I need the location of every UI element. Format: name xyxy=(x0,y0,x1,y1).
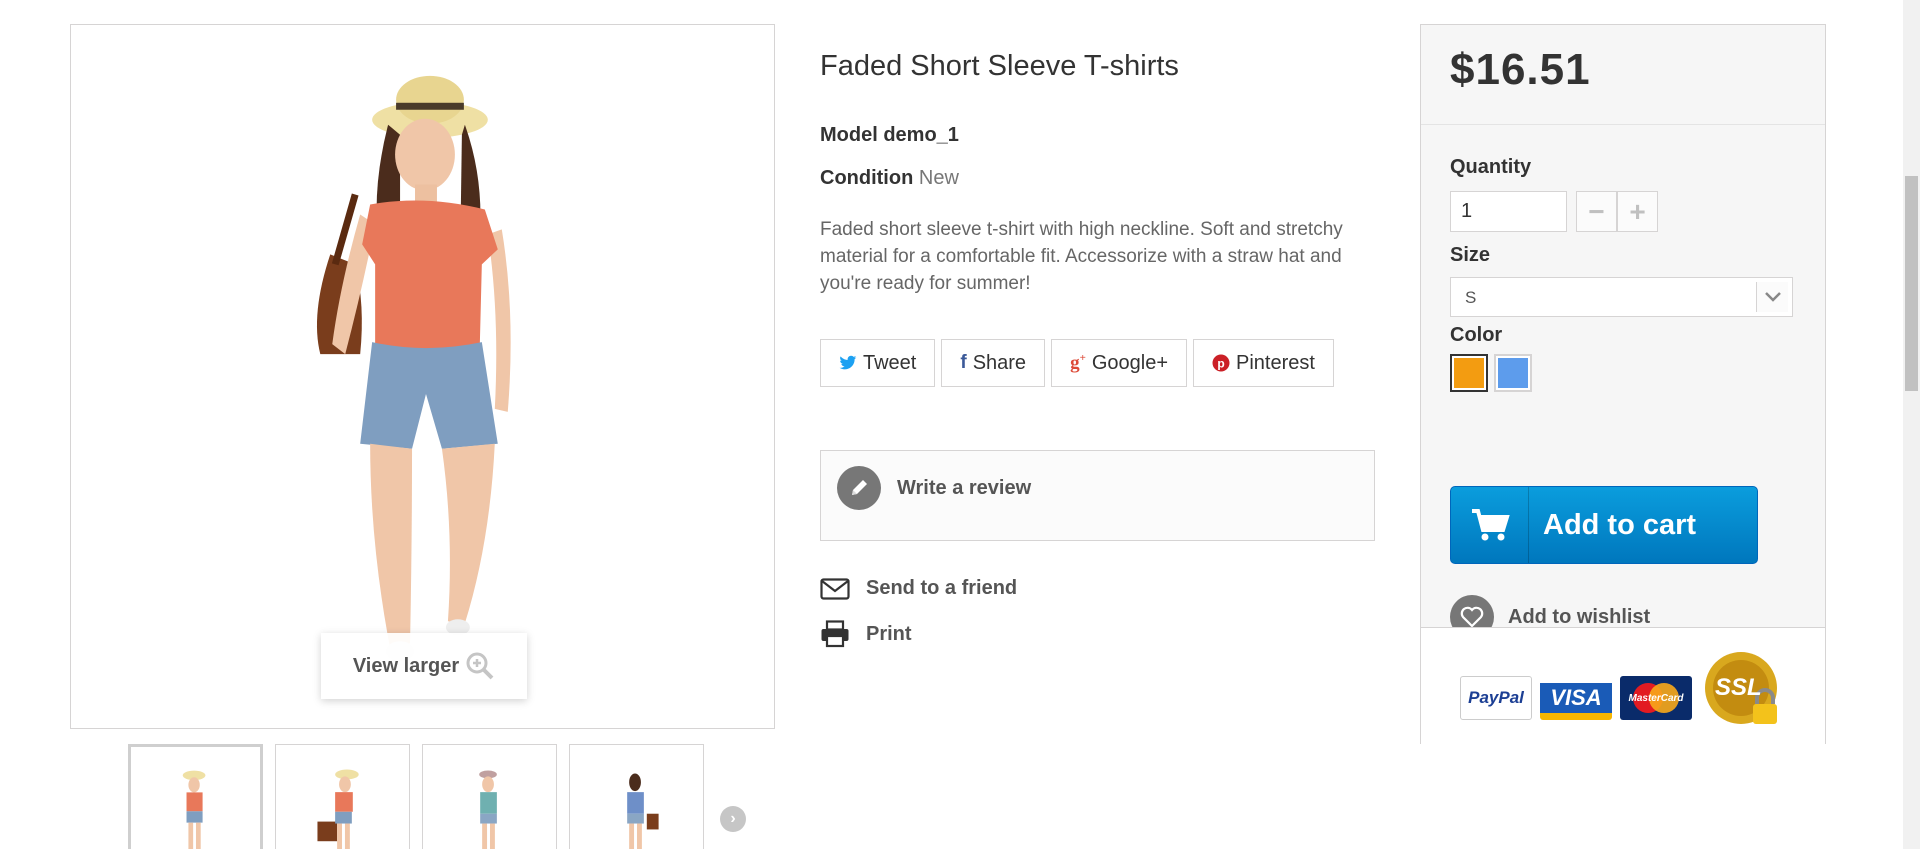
visa-logo: VISA xyxy=(1540,676,1612,720)
review-box: Write a review xyxy=(820,450,1375,541)
thumbnail-1[interactable] xyxy=(128,744,263,849)
quantity-plus-button[interactable]: + xyxy=(1617,191,1658,232)
quantity-label: Quantity xyxy=(1450,156,1532,178)
share-label: Share xyxy=(972,351,1027,374)
send-to-friend-link[interactable]: Send to a friend xyxy=(820,577,1017,600)
cart-icon xyxy=(1451,487,1529,563)
view-larger-button[interactable]: View larger xyxy=(321,633,527,699)
quantity-input[interactable] xyxy=(1450,191,1567,232)
model-photo xyxy=(71,25,774,728)
tweet-button[interactable]: Tweet xyxy=(820,339,936,387)
minus-icon: − xyxy=(1588,195,1605,227)
googleplus-label: Google+ xyxy=(1091,351,1169,374)
thumbnail-4[interactable] xyxy=(569,744,704,849)
facebook-share-button[interactable]: f Share xyxy=(941,339,1046,387)
payment-logos: PayPal VISA MasterCard SSL xyxy=(1421,627,1825,744)
write-review-label: Write a review xyxy=(897,476,1032,499)
size-label: Size xyxy=(1450,244,1491,266)
tweet-label: Tweet xyxy=(863,351,917,374)
pinterest-button[interactable]: p Pinterest xyxy=(1193,339,1334,387)
add-to-cart-button[interactable]: Add to cart xyxy=(1450,486,1758,564)
add-to-cart-label: Add to cart xyxy=(1543,508,1697,541)
color-swatch-orange[interactable] xyxy=(1450,354,1488,392)
visa-logo-text: VISA xyxy=(1550,685,1602,710)
model-label: Model xyxy=(820,124,878,146)
product-title: Faded Short Sleeve T-shirts xyxy=(820,50,1179,82)
view-larger-label: View larger xyxy=(352,654,460,677)
condition-value: New xyxy=(918,167,959,189)
product-condition: Condition New xyxy=(820,167,959,190)
chevron-down-icon xyxy=(1756,282,1788,312)
product-page: View larger › Faded Short Sleeve T-shirt… xyxy=(0,0,1920,849)
color-swatch-fill xyxy=(1454,358,1484,388)
print-label: Print xyxy=(866,622,912,645)
mastercard-logo-text: MasterCard xyxy=(1628,692,1684,704)
pinterest-label: Pinterest xyxy=(1236,351,1315,374)
paypal-logo-text: PayPal xyxy=(1468,688,1524,707)
scrollbar-thumb[interactable] xyxy=(1905,176,1918,391)
paypal-logo: PayPal xyxy=(1460,676,1532,720)
thumbnail-next-button[interactable]: › xyxy=(720,806,746,832)
main-product-image[interactable]: View larger xyxy=(70,24,775,729)
size-select[interactable]: S xyxy=(1450,277,1793,317)
ssl-seal-icon: SSL xyxy=(1701,650,1787,736)
envelope-icon xyxy=(820,577,850,600)
chevron-right-icon: › xyxy=(730,810,736,827)
ssl-seal-text: SSL xyxy=(1715,674,1762,701)
product-price: $16.51 xyxy=(1450,45,1591,94)
write-review-button[interactable]: Write a review xyxy=(837,466,1031,510)
page-scrollbar[interactable] xyxy=(1903,0,1920,849)
condition-label: Condition xyxy=(820,167,914,189)
buy-box: $16.51 Quantity − + Size S Color xyxy=(1420,24,1826,744)
quantity-minus-button[interactable]: − xyxy=(1576,191,1617,232)
thumbnail-3[interactable] xyxy=(422,744,557,849)
send-to-friend-label: Send to a friend xyxy=(866,577,1018,599)
price-area: $16.51 xyxy=(1421,25,1825,125)
printer-icon xyxy=(821,620,849,648)
color-swatch-fill xyxy=(1498,358,1528,388)
mastercard-logo: MasterCard xyxy=(1620,676,1692,720)
print-link[interactable]: Print xyxy=(820,620,912,648)
facebook-icon: f xyxy=(960,352,967,373)
googleplus-icon: g+ xyxy=(1070,351,1086,374)
zoom-in-icon xyxy=(466,652,494,680)
thumbnail-2[interactable] xyxy=(275,744,410,849)
pinterest-icon: p xyxy=(1212,354,1230,372)
color-label: Color xyxy=(1450,324,1503,346)
color-swatch-blue[interactable] xyxy=(1494,354,1532,392)
social-share-buttons: Tweet f Share g+ Google+ p Pinterest xyxy=(820,339,1334,387)
pencil-icon xyxy=(837,466,881,510)
googleplus-button[interactable]: g+ Google+ xyxy=(1051,339,1188,387)
size-value: S xyxy=(1465,288,1477,307)
plus-icon: + xyxy=(1629,195,1646,227)
product-description: Faded short sleeve t-shirt with high nec… xyxy=(820,219,1343,294)
twitter-icon xyxy=(839,355,857,370)
thumbnail-list xyxy=(128,744,704,849)
model-value: demo_1 xyxy=(883,124,959,146)
product-model: Model demo_1 xyxy=(820,124,959,147)
svg-text:p: p xyxy=(1217,357,1224,371)
add-to-wishlist-label: Add to wishlist xyxy=(1508,605,1651,628)
